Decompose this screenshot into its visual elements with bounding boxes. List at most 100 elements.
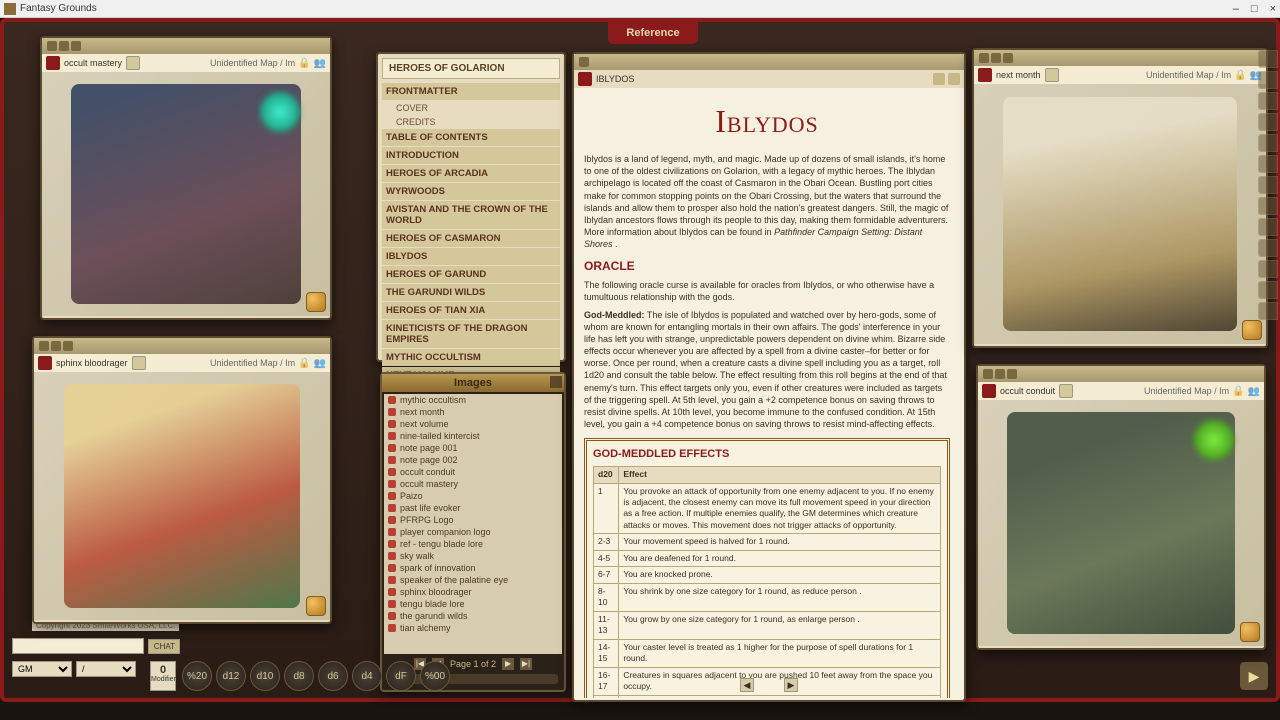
side-tab[interactable] [1258,260,1278,278]
token-icon[interactable] [306,292,326,312]
side-tab[interactable] [1258,113,1278,131]
image-list-item[interactable]: tengu blade lore [384,598,562,610]
die-button[interactable]: d8 [284,661,314,691]
image-panel[interactable]: occult masteryUnidentified Map / Im🔒👥 [40,36,332,320]
ctl-icon[interactable] [39,341,49,351]
link-icon[interactable] [132,356,146,370]
side-tab[interactable] [1258,176,1278,194]
link-icon[interactable] [388,588,396,596]
toc-item[interactable]: AVISTAN AND THE CROWN OF THE WORLD [382,201,560,229]
link-icon[interactable] [388,504,396,512]
image-list-item[interactable]: mythic occultism [384,394,562,406]
gm-dropdown[interactable]: GM [12,661,72,677]
slash-dropdown[interactable]: / [76,661,136,677]
image-list-item[interactable]: occult mastery [384,478,562,490]
image-list-item[interactable]: past life evoker [384,502,562,514]
link-icon[interactable] [388,624,396,632]
image-list-item[interactable]: PFRPG Logo [384,514,562,526]
image-content[interactable] [34,372,330,620]
side-tab[interactable] [1258,155,1278,173]
share-icon[interactable]: 👥 [314,358,326,369]
close-icon[interactable] [1003,53,1013,63]
toc-item[interactable]: IBLYDOS [382,248,560,265]
toc-item[interactable]: HEROES OF TIAN XIA [382,302,560,319]
record-badge-icon[interactable] [578,72,592,86]
ctl-icon[interactable] [991,53,1001,63]
link-icon[interactable] [388,408,396,416]
image-list-item[interactable]: sky walk [384,550,562,562]
die-button[interactable]: d10 [250,661,280,691]
side-tab[interactable] [1258,218,1278,236]
die-button[interactable]: %00 [420,661,450,691]
image-panel[interactable]: sphinx bloodragerUnidentified Map / Im🔒👥 [32,336,332,624]
link-icon[interactable] [388,420,396,428]
link-icon[interactable] [388,540,396,548]
record-badge-icon[interactable] [978,68,992,82]
image-content[interactable] [978,400,1264,646]
ctl-icon[interactable] [59,41,69,51]
share-icon[interactable]: 👥 [1248,386,1260,397]
image-list-item[interactable]: speaker of the palatine eye [384,574,562,586]
tool-icon[interactable] [933,73,945,85]
image-list-item[interactable]: next volume [384,418,562,430]
lock-icon[interactable]: 🔒 [298,358,310,369]
side-tab[interactable] [1258,92,1278,110]
link-icon[interactable] [388,468,396,476]
die-button[interactable]: d6 [318,661,348,691]
toc-item[interactable]: HEROES OF CASMARON [382,230,560,247]
lock-icon[interactable]: 🔒 [1234,70,1246,81]
link-icon[interactable] [388,396,396,404]
link-icon[interactable] [388,516,396,524]
link-icon[interactable] [1059,384,1073,398]
die-button[interactable]: %20 [182,661,212,691]
close-icon[interactable] [579,57,589,67]
link-icon[interactable] [388,528,396,536]
link-icon[interactable] [388,612,396,620]
chat-input[interactable] [12,638,144,654]
chat-send-button[interactable]: CHAT [148,639,180,654]
ctl-icon[interactable] [983,369,993,379]
image-list-item[interactable]: nine-tailed kintercist [384,430,562,442]
ctl-icon[interactable] [51,341,61,351]
image-content[interactable] [42,72,330,316]
toc-item[interactable]: CREDITS [382,115,560,129]
image-list-item[interactable]: tian alchemy [384,622,562,634]
image-panel[interactable]: occult conduitUnidentified Map / Im🔒👥 [976,364,1266,650]
toc-item[interactable]: INTRODUCTION [382,147,560,164]
lock-icon[interactable]: 🔒 [1232,386,1244,397]
link-icon[interactable] [388,492,396,500]
reference-titlebar[interactable] [574,54,964,70]
close-icon[interactable] [63,341,73,351]
minimize-button[interactable]: – [1233,3,1239,15]
side-tab[interactable] [1258,71,1278,89]
panel-titlebar[interactable] [34,338,330,354]
image-list-item[interactable]: next month [384,406,562,418]
link-icon[interactable] [388,480,396,488]
image-list-item[interactable]: occult conduit [384,466,562,478]
side-tab[interactable] [1258,281,1278,299]
toc-item[interactable]: TABLE OF CONTENTS [382,129,560,146]
panel-titlebar[interactable] [978,366,1264,382]
image-list-item[interactable]: sphinx bloodrager [384,586,562,598]
ctl-icon[interactable] [47,41,57,51]
toc-item[interactable]: WYRWOODS [382,183,560,200]
die-button[interactable]: dF [386,661,416,691]
toc-item[interactable]: COVER [382,101,560,115]
link-icon[interactable] [1045,68,1059,82]
toc-item[interactable]: FRONTMATTER [382,83,560,100]
image-panel[interactable]: next monthUnidentified Map / Im🔒👥 [972,48,1268,348]
toc-item[interactable]: HEROES OF GARUND [382,266,560,283]
side-tab[interactable] [1258,50,1278,68]
play-button[interactable]: ▶ [1240,662,1268,690]
panel-titlebar[interactable] [42,38,330,54]
toc-item[interactable]: KINETICISTS OF THE DRAGON EMPIRES [382,320,560,348]
image-list-item[interactable]: player companion logo [384,526,562,538]
modifier-box[interactable]: 0 Modifier [150,661,176,691]
link-icon[interactable] [388,576,396,584]
toc-item[interactable]: HEROES OF ARCADIA [382,165,560,182]
share-icon[interactable]: 👥 [314,58,326,69]
lock-icon[interactable] [948,73,960,85]
side-tab[interactable] [1258,134,1278,152]
record-badge-icon[interactable] [46,56,60,70]
side-tab[interactable] [1258,302,1278,320]
